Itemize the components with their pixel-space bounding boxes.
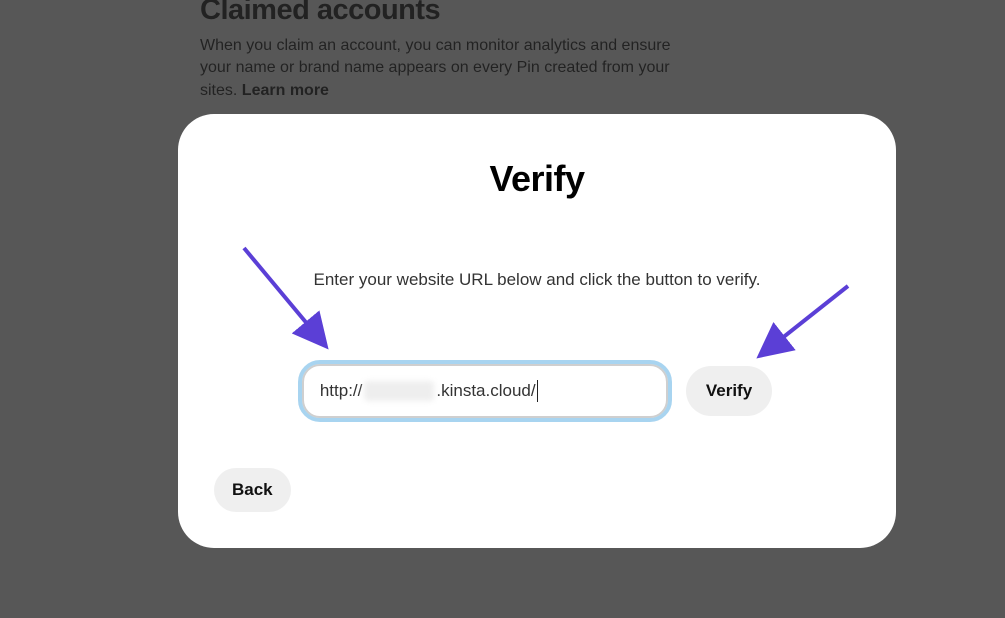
verify-modal: Verify Enter your website URL below and …: [178, 114, 896, 548]
url-input-row: http:// .kinsta.cloud/ Verify: [218, 364, 856, 418]
url-suffix-text: .kinsta.cloud/: [436, 381, 535, 401]
back-button[interactable]: Back: [214, 468, 291, 512]
redacted-subdomain: [364, 381, 434, 401]
modal-instruction: Enter your website URL below and click t…: [218, 270, 856, 290]
verify-button[interactable]: Verify: [686, 366, 772, 416]
website-url-input[interactable]: http:// .kinsta.cloud/: [302, 364, 668, 418]
url-prefix-text: http://: [320, 381, 363, 401]
modal-title: Verify: [218, 158, 856, 200]
text-caret: [537, 380, 538, 402]
